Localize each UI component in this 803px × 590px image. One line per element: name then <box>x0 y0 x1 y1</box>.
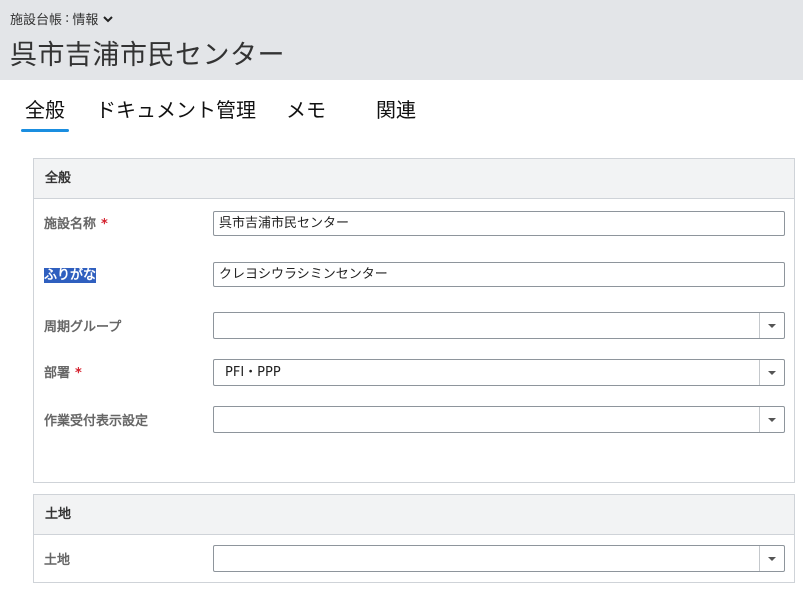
caret-down-icon[interactable] <box>759 407 784 432</box>
department-value: PFI・PPP <box>225 365 281 380</box>
tab-memo[interactable]: メモ <box>286 94 326 123</box>
caret-down-icon[interactable] <box>759 313 784 338</box>
tab-general[interactable]: 全般 <box>21 94 69 132</box>
cycle-group-label: 周期グループ <box>44 320 122 335</box>
work-reception-select[interactable] <box>213 406 785 433</box>
department-label: 部署 * <box>44 366 82 381</box>
page-title: 呉市吉浦市民センター <box>10 40 285 71</box>
breadcrumb-view[interactable]: 情報 <box>72 9 98 28</box>
facility-name-field[interactable]: 呉市吉浦市民センター <box>213 211 785 236</box>
department-select[interactable]: PFI・PPP <box>213 359 785 386</box>
breadcrumb-separator: : <box>65 11 70 26</box>
required-marker: * <box>101 217 108 232</box>
land-select[interactable] <box>213 545 785 572</box>
tab-bar: 全般 ドキュメント管理 メモ 関連 <box>0 94 803 134</box>
required-marker: * <box>75 366 82 381</box>
breadcrumb-object: 施設台帳 <box>10 13 63 28</box>
facility-name-label: 施設名称 * <box>44 217 108 232</box>
land-section-heading: 土地 <box>34 495 794 535</box>
tab-related[interactable]: 関連 <box>376 94 416 123</box>
breadcrumb[interactable]: 施設台帳 : 情報 <box>10 9 114 28</box>
record-header: 施設台帳 : 情報 呉市吉浦市民センター <box>0 0 803 80</box>
general-section-heading: 全般 <box>34 159 794 199</box>
furigana-label: ふりがな <box>44 268 97 283</box>
cycle-group-select[interactable] <box>213 312 785 339</box>
caret-down-icon[interactable] <box>759 360 784 385</box>
work-reception-label: 作業受付表示設定 <box>44 414 149 429</box>
general-section: 全般 施設名称 * 呉市吉浦市民センター ふりがな クレヨシウラシミンセンター 周… <box>33 158 795 483</box>
land-label: 土地 <box>44 553 71 568</box>
furigana-field[interactable]: クレヨシウラシミンセンター <box>213 262 785 287</box>
land-section: 土地 土地 <box>33 494 795 583</box>
caret-down-icon[interactable] <box>759 546 784 571</box>
tab-document-management[interactable]: ドキュメント管理 <box>96 94 256 123</box>
chevron-down-icon[interactable] <box>102 13 114 25</box>
